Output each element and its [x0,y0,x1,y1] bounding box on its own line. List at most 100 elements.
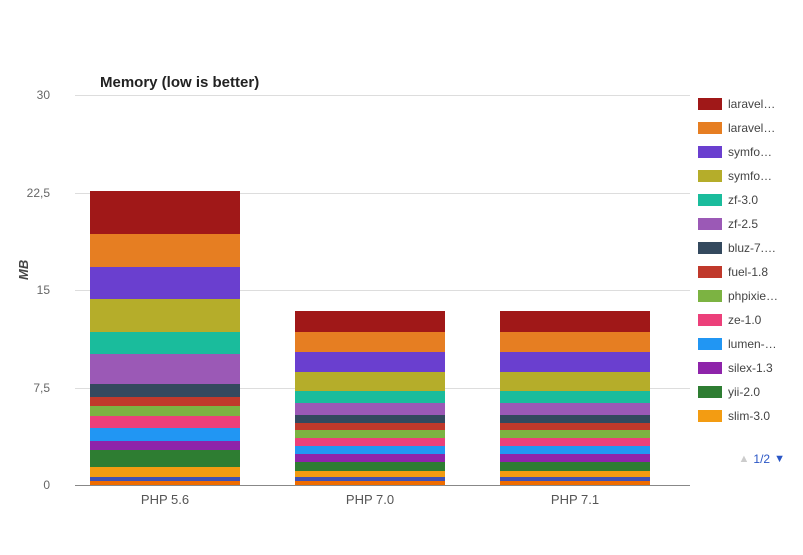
bar-segment [295,415,445,423]
legend-label: yii-2.0 [728,385,760,399]
legend-item[interactable]: ze-1.0 [698,308,793,332]
bar-segment [90,332,240,354]
legend-item[interactable]: fuel-1.8 [698,260,793,284]
bar-segment [500,352,650,372]
bar-segment [295,438,445,446]
bar-segment [90,428,240,441]
legend-swatch [698,362,722,374]
bar-segment [500,415,650,423]
y-tick-label: 30 [10,88,50,102]
bar-segment [295,423,445,431]
bar-segment [295,454,445,462]
bar-segment [295,332,445,353]
bar-segment [295,391,445,403]
bar-segment [90,467,240,477]
bar-segment [295,446,445,454]
bar-segment [500,311,650,332]
legend-pager: ▲ 1/2 ▼ [739,452,785,466]
legend-item[interactable]: silex-1.3 [698,356,793,380]
y-tick-label: 15 [10,283,50,297]
legend-label: phpixie… [728,289,778,303]
x-tick-label: PHP 5.6 [90,492,240,507]
bar-segment [500,430,650,438]
legend-item[interactable]: symfo… [698,164,793,188]
bar-segment [90,384,240,397]
bar-segment [90,397,240,406]
bar-segment [90,191,240,234]
legend-swatch [698,386,722,398]
chart-title: Memory (low is better) [100,74,259,91]
legend-swatch [698,122,722,134]
bar-segment [90,234,240,267]
legend-swatch [698,194,722,206]
bar-segment [90,406,240,416]
legend-swatch [698,170,722,182]
legend-item[interactable]: lumen-… [698,332,793,356]
legend-label: zf-3.0 [728,193,758,207]
legend-item[interactable]: zf-2.5 [698,212,793,236]
stacked-bar [90,191,240,485]
legend-swatch [698,146,722,158]
bar-segment [90,354,240,384]
grid-line [75,95,690,96]
legend-label: zf-2.5 [728,217,758,231]
legend-item[interactable]: yii-2.0 [698,380,793,404]
legend-label: laravel… [728,97,775,111]
bar-segment [90,299,240,332]
y-tick-label: 0 [10,478,50,492]
legend-swatch [698,242,722,254]
legend: laravel… laravel… symfo… symfo… zf-3.0 zf-2.5… [698,92,793,428]
bar-segment [295,352,445,372]
y-axis-label: MB [16,260,31,280]
bar-segment [90,267,240,300]
bar-segment [500,462,650,471]
legend-label: symfo… [728,169,772,183]
legend-item[interactable]: bluz-7.… [698,236,793,260]
bar-segment [500,391,650,403]
bar-segment [500,454,650,462]
legend-swatch [698,98,722,110]
legend-label: silex-1.3 [728,361,773,375]
bar-segment [90,416,240,428]
legend-swatch [698,290,722,302]
legend-label: ze-1.0 [728,313,761,327]
legend-label: bluz-7.… [728,241,776,255]
legend-item[interactable]: symfo… [698,140,793,164]
x-tick-label: PHP 7.1 [500,492,650,507]
legend-label: lumen-… [728,337,777,351]
bar-segment [500,446,650,454]
plot-area [75,95,690,485]
stacked-bar [295,311,445,485]
legend-label: slim-3.0 [728,409,770,423]
pager-next-icon[interactable]: ▼ [774,453,785,465]
y-tick-label: 22,5 [10,186,50,200]
pager-prev-icon: ▲ [739,453,750,465]
x-axis-line [75,485,690,486]
bar-segment [500,438,650,446]
bar-segment [90,441,240,450]
bar-segment [295,311,445,332]
bar-segment [500,372,650,392]
legend-label: symfo… [728,145,772,159]
legend-swatch [698,314,722,326]
legend-label: laravel… [728,121,775,135]
legend-item[interactable]: zf-3.0 [698,188,793,212]
legend-item[interactable]: laravel… [698,92,793,116]
legend-item[interactable]: slim-3.0 [698,404,793,428]
bar-segment [500,403,650,415]
bar-segment [295,462,445,471]
pager-text: 1/2 [753,452,770,466]
legend-item[interactable]: laravel… [698,116,793,140]
bar-segment [90,450,240,467]
bar-segment [295,372,445,392]
legend-label: fuel-1.8 [728,265,768,279]
legend-swatch [698,338,722,350]
legend-swatch [698,410,722,422]
legend-item[interactable]: phpixie… [698,284,793,308]
stacked-bar [500,311,650,485]
x-tick-label: PHP 7.0 [295,492,445,507]
bar-segment [500,332,650,353]
y-tick-label: 7,5 [10,381,50,395]
bar-segment [295,403,445,415]
chart-container: Memory (low is better) MB 0 7,5 15 22,5 30 P… [0,0,803,555]
